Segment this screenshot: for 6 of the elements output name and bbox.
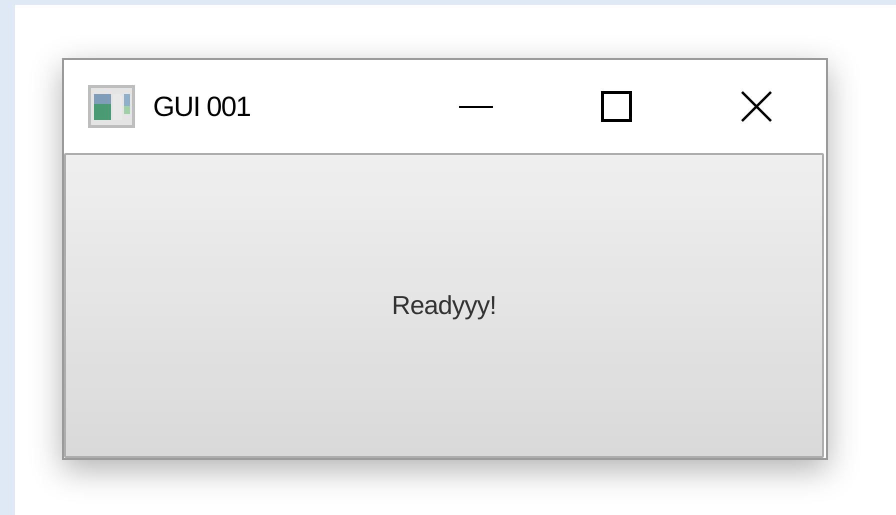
ready-button[interactable]: Readyyy! [64, 153, 824, 458]
maximize-icon [600, 91, 632, 122]
close-icon [740, 91, 772, 122]
window-title: GUI 001 [153, 90, 250, 122]
minimize-icon [459, 104, 493, 108]
window-icon [88, 85, 135, 128]
